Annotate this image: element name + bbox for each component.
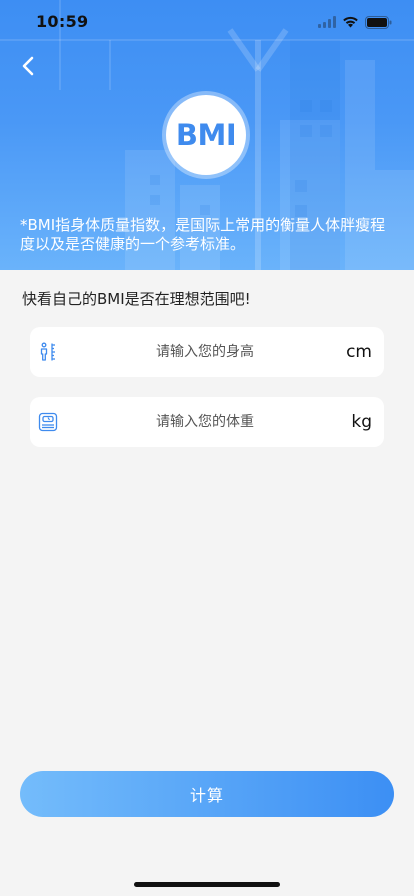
back-button[interactable] [12,50,44,82]
cellular-signal-icon [318,16,336,28]
header-banner: 10:59 BMI *BMI指身体质量指数，是国际上常用的衡量人体胖瘦程度以及是… [0,0,414,270]
chevron-left-icon [22,56,34,76]
battery-icon [365,15,392,29]
weight-unit: kg [351,412,372,432]
bmi-badge-label: BMI [175,118,237,152]
prompt-text: 快看自己的BMI是否在理想范围吧! [22,290,251,308]
height-input[interactable] [70,327,340,377]
weight-field: kg [30,397,384,447]
status-icons [318,14,392,30]
height-ruler-icon [40,342,55,361]
calculate-button[interactable]: 计算 [20,771,394,817]
home-indicator[interactable] [134,882,280,887]
status-bar: 10:59 [0,0,414,44]
weight-input[interactable] [70,397,340,447]
weight-scale-icon [38,412,58,432]
status-time: 10:59 [36,12,89,31]
height-unit: cm [346,342,372,362]
bmi-badge: BMI [166,95,246,175]
height-field: cm [30,327,384,377]
bmi-description: *BMI指身体质量指数，是国际上常用的衡量人体胖瘦程度以及是否健康的一个参考标准… [20,216,386,253]
bmi-calculator-screen: 10:59 BMI *BMI指身体质量指数，是国际上常用的衡量人体胖瘦程度以及是… [0,0,414,896]
wifi-icon [343,16,358,28]
